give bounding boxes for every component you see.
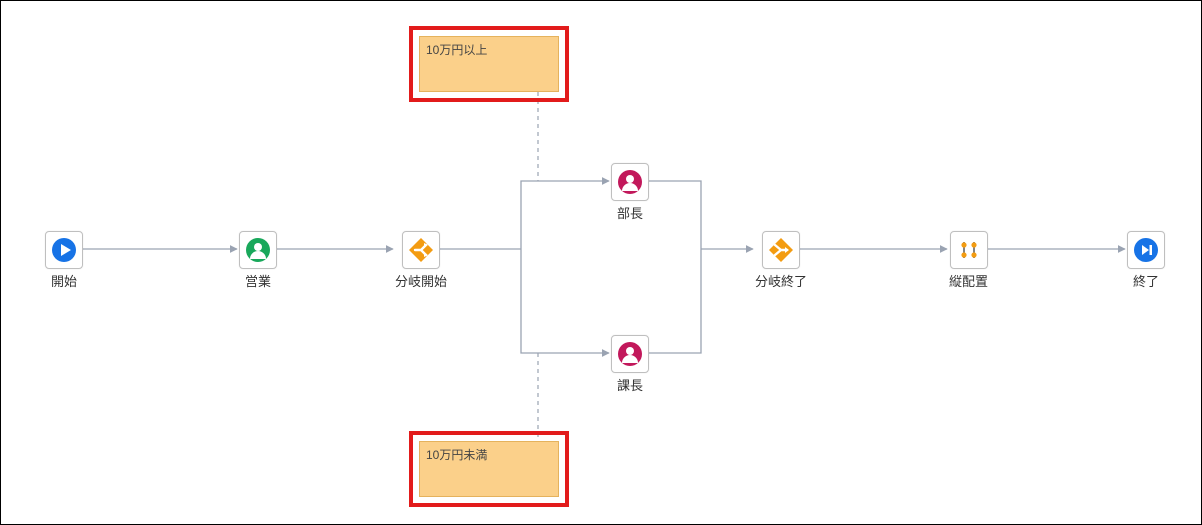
node-branch-start[interactable]: 分岐開始 — [395, 231, 447, 290]
workflow-canvas: 開始 営業 分岐開始 部長 課長 — [0, 0, 1202, 525]
node-dept-head[interactable]: 部長 — [611, 163, 649, 222]
condition-note-top-label: 10万円以上 — [426, 43, 487, 57]
node-end[interactable]: 終了 — [1127, 231, 1165, 290]
node-dept-head-label: 部長 — [617, 203, 643, 222]
node-section-head[interactable]: 課長 — [611, 335, 649, 394]
end-icon — [1127, 231, 1165, 269]
node-end-label: 終了 — [1133, 271, 1159, 290]
node-vertical-label: 縦配置 — [949, 271, 988, 290]
play-icon — [45, 231, 83, 269]
node-sales-label: 営業 — [245, 271, 271, 290]
person-icon — [611, 163, 649, 201]
node-start[interactable]: 開始 — [45, 231, 83, 290]
node-sales[interactable]: 営業 — [239, 231, 277, 290]
node-branch-end[interactable]: 分岐終了 — [755, 231, 807, 290]
node-vertical[interactable]: 縦配置 — [949, 231, 988, 290]
node-start-label: 開始 — [51, 271, 77, 290]
branch-start-icon — [402, 231, 440, 269]
condition-note-top[interactable]: 10万円以上 — [419, 36, 559, 92]
condition-note-bottom[interactable]: 10万円未満 — [419, 441, 559, 497]
vertical-layout-icon — [950, 231, 988, 269]
connectors-layer — [1, 1, 1202, 525]
node-branch-end-label: 分岐終了 — [755, 271, 807, 290]
node-section-head-label: 課長 — [617, 375, 643, 394]
condition-note-bottom-label: 10万円未満 — [426, 448, 487, 462]
person-icon — [239, 231, 277, 269]
person-icon — [611, 335, 649, 373]
branch-end-icon — [762, 231, 800, 269]
node-branch-start-label: 分岐開始 — [395, 271, 447, 290]
